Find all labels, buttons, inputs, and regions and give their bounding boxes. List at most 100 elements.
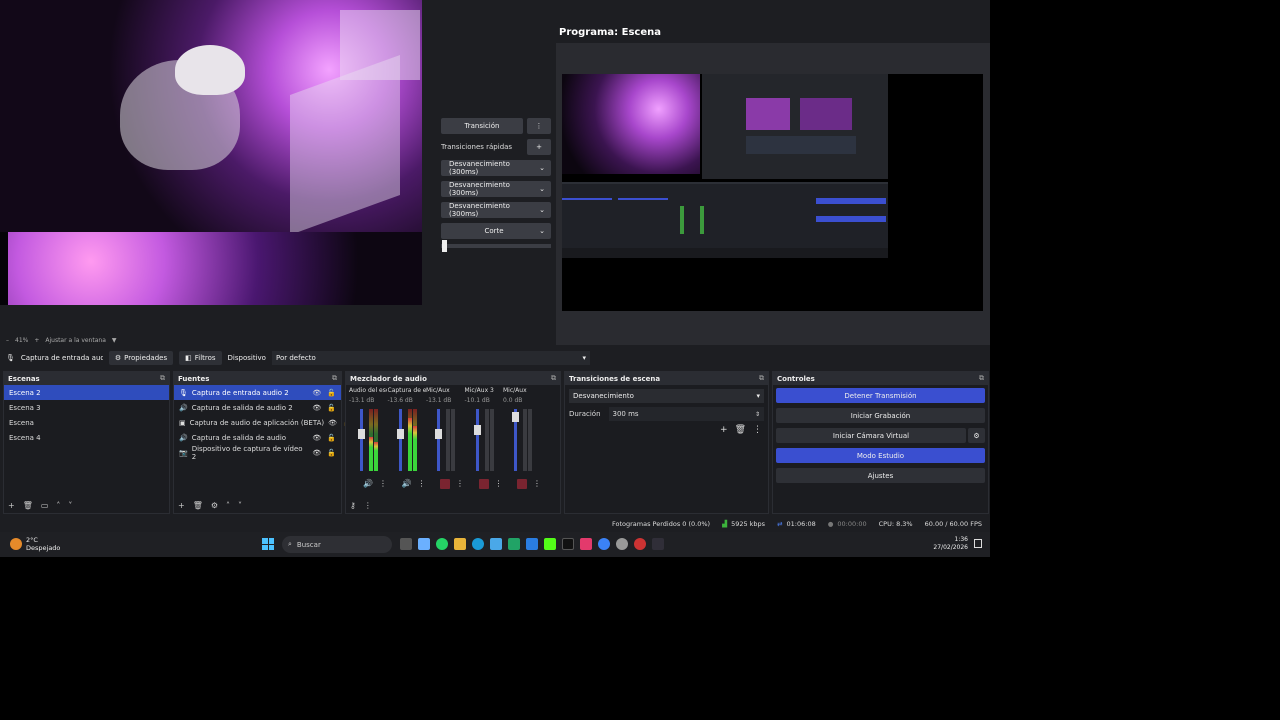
quick-transition-4[interactable]: Corte ⌄ — [441, 223, 551, 239]
muted-speaker-icon[interactable] — [478, 479, 489, 489]
source-item[interactable]: ▣Captura de audio de aplicación (BETA)👁🔓 — [174, 415, 352, 430]
undock-icon[interactable]: ⧉ — [160, 374, 165, 383]
volume-fader[interactable] — [358, 409, 365, 471]
filters-button[interactable]: ◧ Filtros — [179, 350, 222, 365]
volume-fader[interactable] — [396, 409, 404, 471]
move-up-button[interactable]: ˄ — [56, 501, 60, 510]
volume-fader[interactable] — [512, 409, 519, 471]
eye-icon[interactable]: 👁 — [328, 419, 337, 427]
speaker-icon[interactable]: 🔊 — [363, 479, 373, 488]
more-icon[interactable]: ⋮ — [456, 479, 464, 489]
source-item[interactable]: 🔊 Captura de salida de audio 👁 🔓 — [174, 430, 341, 445]
settings-button[interactable]: Ajustes — [776, 468, 985, 483]
scene-item[interactable]: Escena 3 — [4, 400, 169, 415]
move-up-button[interactable]: ˄ — [226, 501, 230, 510]
muted-speaker-icon[interactable] — [440, 479, 450, 489]
zoom-in-button[interactable]: + — [34, 337, 39, 344]
add-scene-button[interactable]: + — [8, 501, 15, 510]
tiktok-icon[interactable] — [562, 538, 574, 550]
device-select[interactable]: Por defecto ▾ — [271, 350, 590, 365]
start-recording-button[interactable]: Iniciar Grabación — [776, 408, 985, 423]
tiktok-live-icon[interactable] — [580, 538, 592, 550]
store-icon[interactable] — [490, 538, 502, 550]
scene-item[interactable]: Escena 4 — [4, 430, 169, 445]
fader-handle[interactable] — [435, 429, 442, 439]
undock-icon[interactable]: ⧉ — [979, 374, 984, 383]
more-icon[interactable]: ⋮ — [379, 479, 387, 488]
muted-speaker-icon[interactable] — [517, 479, 527, 489]
more-icon[interactable]: ⋮ — [753, 425, 762, 435]
search-box[interactable]: ⌕ Buscar — [282, 536, 392, 553]
obs-icon[interactable] — [652, 538, 664, 550]
fader-handle[interactable] — [512, 412, 519, 422]
advanced-audio-icon[interactable]: ⚷ — [350, 501, 356, 510]
kick-icon[interactable] — [544, 538, 556, 550]
properties-button[interactable]: ⚙ Propiedades — [108, 350, 174, 365]
lock-icon[interactable]: 🔓 — [327, 404, 336, 412]
more-icon[interactable]: ⋮ — [533, 479, 541, 489]
remove-transition-button[interactable]: 🗑 — [735, 425, 746, 435]
mail-icon[interactable] — [526, 538, 538, 550]
lock-icon[interactable]: 🔓 — [327, 449, 336, 457]
file-explorer-icon[interactable] — [454, 538, 466, 550]
app-icon[interactable] — [634, 538, 646, 550]
more-icon[interactable]: ⋮ — [495, 479, 503, 489]
transition-button[interactable]: Transición — [441, 118, 523, 134]
remove-source-button[interactable]: 🗑 — [193, 501, 203, 510]
more-icon[interactable]: ⋮ — [527, 118, 551, 134]
eye-icon[interactable]: 👁 — [312, 404, 321, 412]
vpn-icon[interactable] — [598, 538, 610, 550]
source-item[interactable]: 🔊 Captura de salida de audio 2 👁 🔓 — [174, 400, 341, 415]
quick-transition-1[interactable]: Desvanecimiento (300ms) ⌄ — [441, 160, 551, 176]
undock-icon[interactable]: ⧉ — [759, 374, 764, 383]
source-item[interactable]: 📷 Dispositivo de captura de vídeo 2 👁 🔓 — [174, 445, 341, 461]
source-item[interactable]: 🎙 Captura de entrada audio 2 👁 🔓 — [174, 385, 341, 400]
remove-scene-button[interactable]: 🗑 — [23, 501, 33, 510]
move-down-button[interactable]: ˅ — [238, 501, 242, 510]
duration-input[interactable]: 300 ms ⇕ — [608, 407, 764, 421]
task-view-icon[interactable] — [400, 538, 412, 550]
stepper-icon[interactable]: ⇕ — [755, 411, 760, 418]
eye-icon[interactable]: 👁 — [312, 449, 321, 457]
clock[interactable]: 1:36 27/02/2026 — [933, 536, 968, 552]
volume-fader[interactable] — [473, 409, 481, 471]
chevron-down-icon[interactable]: ▼ — [112, 337, 117, 344]
volume-fader[interactable] — [435, 409, 442, 471]
speaker-icon[interactable]: 🔊 — [402, 479, 412, 488]
settings-icon[interactable] — [616, 538, 628, 550]
windows-start-icon[interactable] — [262, 538, 274, 550]
scene-item[interactable]: Escena — [4, 415, 169, 430]
undock-icon[interactable]: ⧉ — [332, 374, 337, 383]
whatsapp-icon[interactable] — [436, 538, 448, 550]
excel-icon[interactable] — [508, 538, 520, 550]
zoom-out-button[interactable]: – — [6, 337, 9, 344]
quick-transition-3[interactable]: Desvanecimiento (300ms) ⌄ — [441, 202, 551, 218]
preview-canvas[interactable] — [0, 0, 422, 305]
fader-handle[interactable] — [473, 425, 481, 435]
copilot-icon[interactable] — [418, 538, 430, 550]
stop-streaming-button[interactable]: Detener Transmisión — [776, 388, 985, 403]
weather-widget[interactable]: 2°C Despejado — [10, 536, 60, 552]
fit-window-select[interactable]: Ajustar a la ventana — [45, 337, 106, 344]
edge-icon[interactable] — [472, 538, 484, 550]
add-transition-button[interactable]: + — [720, 425, 728, 435]
start-virtual-camera-button[interactable]: Iniciar Cámara Virtual — [776, 428, 966, 443]
quick-transition-2[interactable]: Desvanecimiento (300ms) ⌄ — [441, 181, 551, 197]
eye-icon[interactable]: 👁 — [312, 434, 321, 442]
move-down-button[interactable]: ˅ — [68, 501, 72, 510]
scene-filters-button[interactable]: ▭ — [41, 501, 49, 510]
more-icon[interactable]: ⋮ — [417, 479, 425, 488]
lock-icon[interactable]: 🔓 — [327, 389, 336, 397]
source-properties-button[interactable]: ⚙ — [211, 501, 218, 510]
studio-mode-button[interactable]: Modo Estudio — [776, 448, 985, 463]
more-icon[interactable]: ⋮ — [364, 501, 372, 510]
transition-slider[interactable] — [441, 240, 551, 252]
gear-icon[interactable]: ⚙ — [968, 428, 985, 443]
eye-icon[interactable]: 👁 — [312, 389, 321, 397]
scene-item[interactable]: Escena 2 — [4, 385, 169, 400]
lock-icon[interactable]: 🔓 — [327, 434, 336, 442]
undock-icon[interactable]: ⧉ — [551, 374, 556, 383]
add-quick-transition-button[interactable]: + — [527, 139, 551, 155]
add-source-button[interactable]: + — [178, 501, 185, 510]
transition-select[interactable]: Desvanecimiento ▾ — [569, 389, 764, 403]
